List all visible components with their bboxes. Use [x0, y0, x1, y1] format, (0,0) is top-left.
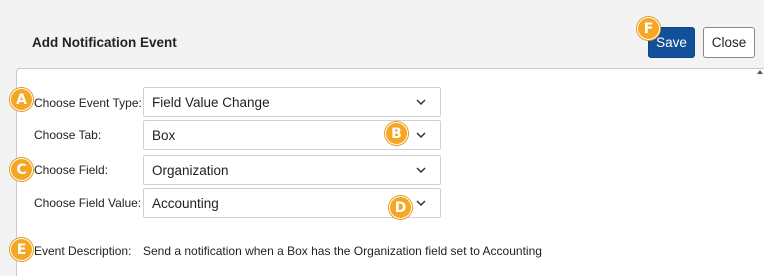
chevron-down-icon: [416, 99, 426, 106]
event-description-text: Send a notification when a Box has the O…: [143, 244, 542, 258]
scroll-up-arrow-icon[interactable]: [757, 70, 763, 74]
callout-marker-a: A: [10, 88, 33, 111]
field-value: Organization: [152, 163, 229, 178]
field-value-value: Accounting: [152, 196, 219, 211]
tab-value: Box: [152, 128, 176, 143]
event-description-label: Event Description:: [34, 244, 132, 258]
field-value-label: Choose Field Value:: [34, 196, 142, 210]
event-type-value: Field Value Change: [152, 95, 270, 110]
field-select[interactable]: Organization: [143, 155, 441, 185]
chevron-down-icon: [416, 167, 426, 174]
tab-label: Choose Tab:: [34, 128, 102, 142]
close-button[interactable]: Close: [703, 27, 755, 58]
callout-marker-b: B: [385, 122, 408, 145]
field-label: Choose Field:: [34, 163, 109, 177]
callout-marker-f: F: [637, 17, 660, 40]
dialog-title: Add Notification Event: [32, 35, 177, 50]
chevron-down-icon: [416, 132, 426, 139]
callout-marker-d: D: [389, 196, 412, 219]
chevron-down-icon: [416, 200, 426, 207]
callout-marker-e: E: [10, 238, 33, 261]
callout-marker-c: C: [10, 158, 33, 181]
event-type-select[interactable]: Field Value Change: [143, 87, 441, 117]
event-type-label: Choose Event Type:: [34, 96, 142, 110]
